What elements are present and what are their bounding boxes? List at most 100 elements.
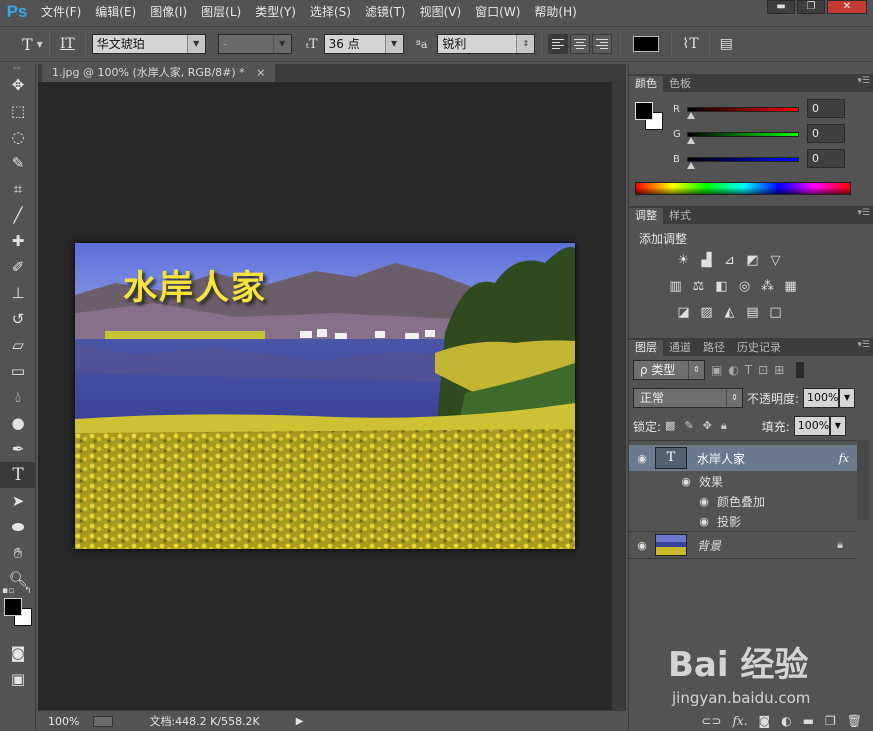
tab-paths[interactable]: 路径 (697, 340, 731, 356)
selective-color-icon[interactable]: □ (767, 306, 784, 320)
hue-saturation-icon[interactable]: ▥ (667, 280, 684, 294)
red-slider[interactable]: R 0 (673, 98, 845, 120)
menu-window[interactable]: 窗口(W) (468, 0, 527, 24)
exposure-icon[interactable]: ◩ (744, 254, 761, 268)
layers-scrollbar[interactable] (857, 440, 869, 520)
foreground-swatch[interactable] (635, 102, 653, 120)
layer-row-background[interactable]: ◉ 背景 🔒︎ (629, 531, 857, 559)
minimize-button[interactable]: ▬ (767, 0, 795, 14)
layer-name[interactable]: 水岸人家 (697, 450, 839, 467)
font-size-select[interactable]: 36 点 ▼ (323, 34, 404, 54)
menu-select[interactable]: 选择(S) (303, 0, 358, 24)
lock-icons[interactable]: ▩✎✥🔒︎ (665, 419, 736, 433)
align-left-button[interactable] (548, 34, 569, 54)
menu-help[interactable]: 帮助(H) (527, 0, 583, 24)
blue-track[interactable] (687, 156, 799, 162)
eye-icon[interactable]: ◉ (691, 515, 717, 528)
layer-effect-drop-shadow[interactable]: ◉ 投影 (629, 511, 857, 531)
toggle-orientation-icon[interactable]: IT (56, 36, 79, 52)
vertical-scrollbar[interactable] (612, 82, 626, 710)
marquee-tool-icon[interactable]: ⬚ (0, 98, 36, 124)
opacity-field[interactable]: 100% (803, 388, 840, 408)
type-tool-preset-icon[interactable]: T (18, 35, 37, 54)
character-panel-icon[interactable]: ▤ (716, 36, 737, 52)
blur-tool-icon[interactable]: 💧︎ (0, 384, 36, 410)
fill-field[interactable]: 100% (793, 416, 830, 436)
tab-layers[interactable]: 图层 (629, 340, 663, 356)
font-style-select[interactable]: - ▼ (217, 34, 292, 54)
quick-mask-icon[interactable]: ◙ (0, 640, 36, 666)
blue-value[interactable]: 0 (807, 149, 845, 168)
dodge-tool-icon[interactable]: ● (0, 410, 36, 436)
gradient-map-icon[interactable]: ▤ (744, 306, 761, 320)
blend-mode-select[interactable]: 正常 ⇕ (633, 388, 743, 408)
layer-name[interactable]: 背景 (697, 537, 837, 554)
black-white-icon[interactable]: ◧ (713, 280, 730, 294)
red-track[interactable] (687, 106, 799, 112)
layer-effects-group[interactable]: ◉ 效果 (629, 471, 857, 491)
type-tool-icon[interactable]: T (0, 462, 36, 488)
default-colors-icon[interactable]: ▪▫ (2, 586, 14, 596)
layer-row-text[interactable]: ◉ T 水岸人家 fx (629, 445, 857, 471)
panel-menu-icon[interactable]: ▾☰ (857, 208, 870, 218)
filter-toggle[interactable] (796, 362, 805, 378)
channel-mixer-icon[interactable]: ⁂ (759, 280, 776, 294)
align-right-button[interactable] (592, 34, 613, 54)
menu-edit[interactable]: 编辑(E) (88, 0, 143, 24)
threshold-icon[interactable]: ◭ (721, 306, 738, 320)
zoom-level[interactable]: 100% (48, 715, 79, 728)
tab-close-icon[interactable]: × (256, 66, 265, 79)
align-center-button[interactable] (570, 34, 591, 54)
close-button[interactable]: ✕ (827, 0, 867, 14)
screen-mode-icon[interactable]: ▣ (0, 666, 36, 692)
tab-history[interactable]: 历史记录 (731, 340, 787, 356)
color-balance-icon[interactable]: ⚖ (690, 280, 707, 294)
menu-image[interactable]: 图像(I) (143, 0, 194, 24)
layer-filter-select[interactable]: ρ 类型 ⇕ (633, 360, 705, 380)
tab-adjustments[interactable]: 调整 (629, 208, 663, 224)
panel-grip[interactable]: ▸▸ (0, 64, 35, 72)
document-tab[interactable]: 1.jpg @ 100% (水岸人家, RGB/8#) * × (42, 64, 276, 82)
levels-icon[interactable]: ▟ (698, 254, 715, 268)
eraser-tool-icon[interactable]: ▱ (0, 332, 36, 358)
menu-file[interactable]: 文件(F) (34, 0, 88, 24)
restore-button[interactable]: ❐ (797, 0, 825, 14)
healing-brush-tool-icon[interactable]: ✚ (0, 228, 36, 254)
warp-text-icon[interactable]: ⌇T (678, 36, 702, 52)
brightness-icon[interactable]: ☀ (675, 254, 692, 268)
slider-thumb[interactable] (687, 112, 695, 119)
menu-type[interactable]: 类型(Y) (248, 0, 303, 24)
clone-stamp-tool-icon[interactable]: ⊥ (0, 280, 36, 306)
document-image[interactable]: 水岸人家 (75, 243, 575, 549)
history-brush-tool-icon[interactable]: ↺ (0, 306, 36, 332)
panel-menu-icon[interactable]: ▾☰ (857, 76, 870, 86)
tab-styles[interactable]: 样式 (663, 208, 697, 224)
green-value[interactable]: 0 (807, 124, 845, 143)
green-slider[interactable]: G 0 (673, 123, 845, 145)
slider-thumb[interactable] (687, 137, 695, 144)
crop-tool-icon[interactable]: ⌗ (0, 176, 36, 202)
foreground-color-swatch[interactable] (4, 598, 22, 616)
panel-menu-icon[interactable]: ▾☰ (857, 340, 870, 350)
posterize-icon[interactable]: ▨ (698, 306, 715, 320)
move-tool-icon[interactable]: ✥ (0, 72, 36, 98)
eye-icon[interactable]: ◉ (629, 539, 655, 552)
fill-dropdown-icon[interactable]: ▼ (829, 416, 846, 436)
curves-icon[interactable]: ⊿ (721, 254, 738, 268)
eyedropper-tool-icon[interactable]: ╱ (0, 202, 36, 228)
eye-icon[interactable]: ◉ (673, 475, 699, 488)
status-menu-arrow-icon[interactable]: ▶ (296, 716, 304, 727)
preset-dropdown-icon[interactable]: ▼ (37, 40, 43, 49)
green-track[interactable] (687, 131, 799, 137)
brush-tool-icon[interactable]: ✐ (0, 254, 36, 280)
path-select-tool-icon[interactable]: ➤ (0, 488, 36, 514)
share-icon[interactable] (93, 715, 114, 727)
ellipse-tool-icon[interactable]: ⬬ (0, 514, 36, 540)
photo-filter-icon[interactable]: ◎ (736, 280, 753, 294)
font-family-select[interactable]: 华文琥珀 ▼ (91, 34, 206, 54)
menu-layer[interactable]: 图层(L) (194, 0, 248, 24)
pen-tool-icon[interactable]: ✒ (0, 436, 36, 462)
image-text-layer[interactable]: 水岸人家 (123, 260, 267, 309)
slider-thumb[interactable] (687, 162, 695, 169)
red-value[interactable]: 0 (807, 99, 845, 118)
